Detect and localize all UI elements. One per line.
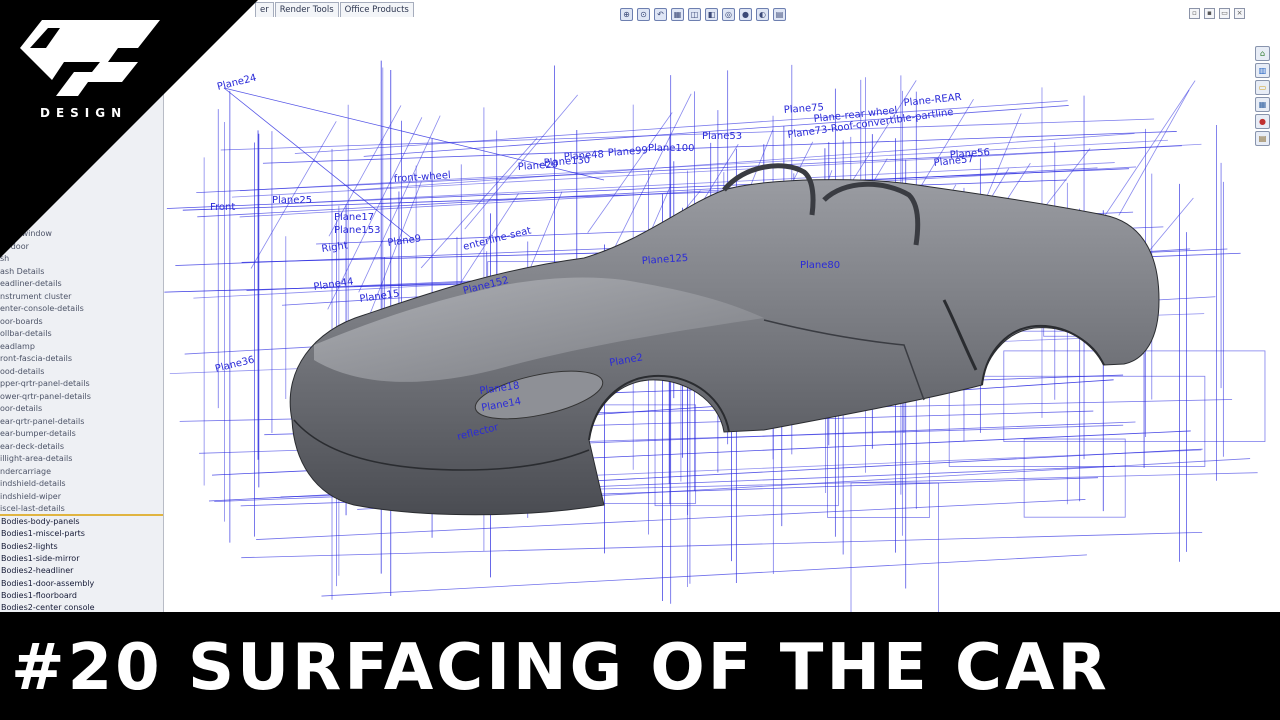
plane-label[interactable]: enterline-seat [462,225,532,253]
task-pane-tabs: ⌂ ▥ ▭ ▦ ● ▤ [1255,46,1271,146]
feature-tree-item[interactable]: enter-console-details [0,303,84,316]
plane-label[interactable]: Plane99 [607,145,648,159]
plane-label[interactable]: Plane36 [214,355,256,375]
design-library-icon[interactable]: ▥ [1255,63,1270,78]
command-manager-tabs: er Render Tools Office Products [255,2,415,17]
feature-tree-item[interactable]: indshield-wiper [0,491,61,504]
tab-office-products[interactable]: Office Products [339,2,414,17]
plane-label[interactable]: Plane44 [313,276,354,292]
plane-label[interactable]: Plane-REAR [903,92,962,109]
plane-label[interactable]: Plane56 [949,147,990,161]
file-explorer-icon[interactable]: ▭ [1255,80,1270,95]
feature-tree-item[interactable]: oor-details [0,403,42,416]
section-view-icon[interactable]: ▦ [671,7,684,21]
restore-icon[interactable]: ▭ [1219,8,1230,19]
scene-icon[interactable]: ◐ [756,7,769,21]
plane-label[interactable]: Right [321,240,349,255]
feature-tree-item[interactable]: ront-fascia-details [0,353,72,366]
plane-label[interactable]: Plane153 [334,225,381,236]
tile-icon[interactable]: ▫ [1189,8,1200,19]
previous-view-icon[interactable]: ↶ [654,7,667,21]
feature-tree-item[interactable]: eadlamp [0,341,35,354]
plane-labels: Plane24FrontPlane25Plane17Plane153Right P… [210,73,990,443]
zoom-to-fit-icon[interactable]: ⊕ [620,7,633,21]
view-palette-icon[interactable]: ▦ [1255,97,1270,112]
dp-logo-badge [0,0,258,258]
feature-tree-item[interactable]: oor-boards [0,316,43,329]
heads-up-view-toolbar: ⊕ ⊙ ↶ ▦ ◫ ◧ ◎ ● ◐ ▤ [620,7,786,21]
display-style-icon[interactable]: ◧ [705,7,718,21]
feature-tree-item[interactable]: illight-area-details [0,453,72,466]
plane-label[interactable]: Plane2 [609,352,644,369]
cascade-icon[interactable]: ▪ [1204,8,1215,19]
bodies-folder-item[interactable]: Bodies2-lights [1,541,58,554]
feature-tree-item[interactable]: nstrument cluster [0,291,71,304]
appearance-icon[interactable]: ● [739,7,752,21]
plane-label[interactable]: Plane9 [387,233,422,249]
feature-tree-item[interactable]: ndercarriage [0,466,51,479]
plane-label[interactable]: reflector [456,422,500,443]
plane-label[interactable]: front-wheel [393,170,451,185]
plane-label[interactable]: Plane25 [272,195,312,206]
plane-label[interactable]: Plane125 [641,253,688,267]
view-settings-icon[interactable]: ▤ [773,7,786,21]
bodies-folder-item[interactable]: Bodies1-side-mirror [1,553,80,566]
plane-label[interactable]: Plane20 [517,159,558,173]
bodies-folder-item[interactable]: Bodies-body-panels [1,516,80,529]
tab-render-tools[interactable]: Render Tools [274,2,339,17]
window-controls: ▫ ▪ ▭ × [1189,8,1245,19]
feature-tree-item[interactable]: eadliner-details [0,278,62,291]
plane-label[interactable]: Plane53 [702,131,742,142]
feature-tree-item[interactable]: pper-qrtr-panel-details [0,378,90,391]
custom-properties-icon[interactable]: ▤ [1255,131,1270,146]
plane-label[interactable]: Plane100 [648,143,695,154]
plane-label[interactable]: Plane18 [479,380,520,396]
bodies-folder-item[interactable]: Bodies2-headliner [1,565,73,578]
plane-label[interactable]: Plane15 [359,288,400,304]
feature-tree-item[interactable]: ood-details [0,366,44,379]
plane-label[interactable]: Plane152 [462,275,510,297]
plane-label[interactable]: Plane80 [800,260,840,271]
feature-tree-item[interactable]: ower-qrtr-panel-details [0,391,91,404]
banner-title: #20 SURFACING OF THE CAR [11,631,1110,705]
feature-tree-item[interactable]: ollbar-details [0,328,52,341]
hide-show-icon[interactable]: ◎ [722,7,735,21]
resources-icon[interactable]: ⌂ [1255,46,1270,61]
logo-text: DESIGN [40,106,128,120]
appearances-icon[interactable]: ● [1255,114,1270,129]
bodies-folder-item[interactable]: Bodies1-door-assembly [1,578,94,591]
graphics-viewport[interactable]: Plane24 Front Plane25 Plane17 Plane153 Right P… [164,0,1280,612]
bodies-folder-item[interactable]: Bodies1-floorboard [1,590,77,603]
feature-tree-item[interactable]: ear-qrtr-panel-details [0,416,84,429]
bodies-folder-item[interactable]: Bodies2-center console [1,602,95,612]
feature-tree-item[interactable]: ear-bumper-details [0,428,76,441]
close-icon[interactable]: × [1234,8,1245,19]
plane-label[interactable]: Plane17 [334,212,374,223]
bodies-folder-item[interactable]: Bodies1-miscel-parts [1,528,85,541]
feature-tree-item[interactable]: ash Details [0,266,44,279]
view-orientation-icon[interactable]: ◫ [688,7,701,21]
feature-tree-item[interactable]: ear-deck-details [0,441,64,454]
plane-label[interactable]: Plane14 [481,396,522,414]
feature-tree-item[interactable]: indshield-details [0,478,66,491]
zoom-area-icon[interactable]: ⊙ [637,7,650,21]
